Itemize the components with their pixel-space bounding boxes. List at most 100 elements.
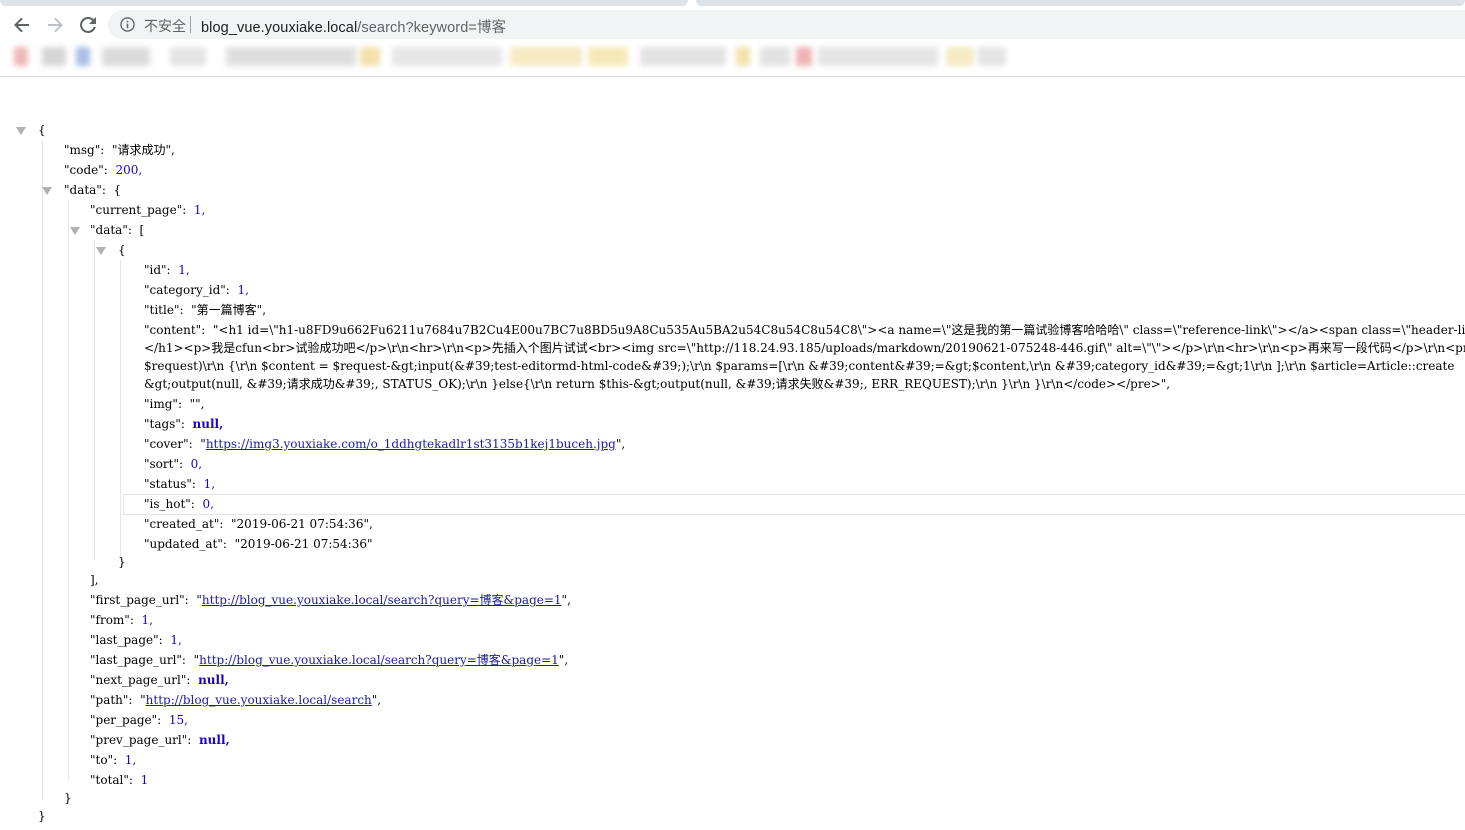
json-row-from: "from": 1, bbox=[90, 610, 153, 630]
json-quote: ", bbox=[615, 437, 626, 451]
bookmark-item[interactable] bbox=[736, 47, 750, 66]
json-content-wrap: $request)\r\n {\r\n $content = $request-… bbox=[144, 359, 1455, 373]
json-key: "path": bbox=[90, 693, 133, 707]
json-null-value: null, bbox=[198, 673, 229, 687]
forward-button[interactable] bbox=[42, 12, 68, 38]
bookmark-item[interactable] bbox=[170, 47, 206, 66]
json-item-close: } bbox=[118, 555, 126, 569]
json-row-data: "data": { bbox=[64, 180, 121, 200]
json-key: "title": bbox=[144, 303, 184, 317]
json-key: "updated_at": bbox=[144, 537, 227, 551]
collapse-toggle-icon[interactable] bbox=[70, 227, 80, 235]
json-link-cover[interactable]: https://img3.youxiake.com/o_1ddhgtekadlr… bbox=[206, 437, 616, 451]
tab-strip bbox=[0, 0, 1465, 6]
json-brace: { bbox=[113, 183, 122, 197]
info-icon[interactable] bbox=[120, 17, 135, 37]
json-key: "sort": bbox=[144, 457, 184, 471]
json-string-value: "<h1 id=\"h1-u8FD9u662Fu6211u7684u7B2Cu4… bbox=[212, 323, 1465, 337]
json-key: "tags": bbox=[144, 417, 185, 431]
json-number-value: 1 bbox=[140, 773, 149, 787]
json-number-value: 1, bbox=[193, 203, 206, 217]
address-bar[interactable]: 不安全 blog_vue.youxiake.local/search?keywo… bbox=[108, 10, 1465, 39]
url-text[interactable]: blog_vue.youxiake.local/search?keyword=博… bbox=[201, 16, 506, 37]
json-row-status: "status": 1, bbox=[144, 474, 215, 494]
bookmark-item[interactable] bbox=[588, 47, 628, 66]
json-quote: ", bbox=[558, 653, 569, 667]
json-string-value: "2019-06-21 07:54:36", bbox=[231, 517, 373, 531]
json-string-value: "请求成功", bbox=[111, 143, 175, 157]
json-number-value: 1, bbox=[237, 283, 249, 297]
reload-button[interactable] bbox=[75, 12, 101, 38]
bookmark-item[interactable] bbox=[946, 47, 974, 66]
url-host: blog_vue.youxiake.local bbox=[201, 20, 358, 36]
bookmark-item[interactable] bbox=[978, 47, 1006, 66]
tab-inactive[interactable] bbox=[696, 0, 1465, 6]
json-number-value: 1, bbox=[124, 753, 137, 767]
bookmark-item[interactable] bbox=[226, 47, 356, 66]
json-key: "msg": bbox=[64, 143, 105, 157]
json-row-inner-data: "data": [ bbox=[90, 220, 144, 240]
json-number-value: 0, bbox=[202, 497, 214, 511]
back-button[interactable] bbox=[9, 12, 35, 38]
bookmark-item[interactable] bbox=[14, 47, 28, 66]
bookmark-item[interactable] bbox=[76, 47, 90, 66]
arrow-left-icon bbox=[14, 17, 29, 33]
bookmark-item[interactable] bbox=[392, 47, 502, 66]
bookmark-item[interactable] bbox=[42, 47, 66, 66]
json-row-updated-at: "updated_at": "2019-06-21 07:54:36" bbox=[144, 534, 373, 554]
collapse-toggle-icon[interactable] bbox=[96, 247, 106, 255]
indent-guide bbox=[120, 260, 121, 560]
json-row-code: "code": 200, bbox=[64, 160, 142, 180]
json-data-close: } bbox=[64, 791, 72, 805]
json-quote: ", bbox=[371, 693, 382, 707]
json-key: "is_hot": bbox=[144, 497, 195, 511]
json-link-last-page[interactable]: http://blog_vue.youxiake.local/search?qu… bbox=[199, 653, 559, 667]
bookmark-item[interactable] bbox=[818, 47, 938, 66]
indent-guide bbox=[42, 140, 43, 800]
bookmark-item[interactable] bbox=[102, 47, 150, 66]
json-bracket: [ bbox=[139, 223, 145, 237]
json-key: "code": bbox=[64, 163, 108, 177]
hovered-row-highlight bbox=[123, 494, 1465, 515]
json-row-to: "to": 1, bbox=[90, 750, 136, 770]
json-key: "last_page_url": bbox=[90, 653, 186, 667]
bookmark-item[interactable] bbox=[760, 47, 790, 66]
arrow-right-icon bbox=[48, 17, 63, 33]
json-row-category-id: "category_id": 1, bbox=[144, 280, 249, 300]
json-key: "from": bbox=[90, 613, 134, 627]
json-string-value: "第一篇博客", bbox=[191, 303, 267, 317]
json-row-is-hot: "is_hot": 0, bbox=[144, 494, 214, 514]
json-key: "id": bbox=[144, 263, 171, 277]
bookmark-item[interactable] bbox=[360, 47, 380, 66]
json-row-tags: "tags": null, bbox=[144, 414, 223, 434]
url-path: /search?keyword=博客 bbox=[357, 20, 507, 36]
json-array-close: ], bbox=[90, 573, 99, 587]
json-link-path[interactable]: http://blog_vue.youxiake.local/search bbox=[146, 693, 372, 707]
collapse-toggle-icon[interactable] bbox=[16, 127, 26, 135]
json-row-sort: "sort": 0, bbox=[144, 454, 202, 474]
json-row-first-page-url: "first_page_url": "http://blog_vue.youxi… bbox=[90, 590, 571, 610]
json-row-per-page: "per_page": 15, bbox=[90, 710, 188, 730]
reload-icon bbox=[80, 16, 96, 33]
browser-toolbar: 不安全 blog_vue.youxiake.local/search?keywo… bbox=[0, 0, 1465, 48]
bookmark-item[interactable] bbox=[796, 47, 812, 66]
json-key: "img": bbox=[144, 397, 182, 411]
security-label[interactable]: 不安全 bbox=[144, 16, 186, 36]
json-key: "cover": bbox=[144, 437, 193, 451]
json-row-current-page: "current_page": 1, bbox=[90, 200, 205, 220]
json-number-value: 1, bbox=[170, 633, 182, 647]
json-key: "total": bbox=[90, 773, 133, 787]
json-row-last-page: "last_page": 1, bbox=[90, 630, 182, 650]
collapse-toggle-icon[interactable] bbox=[42, 187, 52, 195]
bookmark-item[interactable] bbox=[510, 47, 582, 66]
json-number-value: 200, bbox=[115, 163, 143, 177]
bookmark-item[interactable] bbox=[640, 47, 726, 66]
tab-active[interactable] bbox=[0, 0, 688, 6]
json-row-id: "id": 1, bbox=[144, 260, 190, 280]
json-null-value: null, bbox=[192, 417, 224, 431]
json-key: "category_id": bbox=[144, 283, 230, 297]
json-link-first-page[interactable]: http://blog_vue.youxiake.local/search?qu… bbox=[202, 593, 562, 607]
json-number-value: 1, bbox=[141, 613, 153, 627]
json-row-last-page-url: "last_page_url": "http://blog_vue.youxia… bbox=[90, 650, 568, 670]
json-viewer: { "msg": "请求成功", "code": 200, "data": { … bbox=[0, 77, 1465, 830]
